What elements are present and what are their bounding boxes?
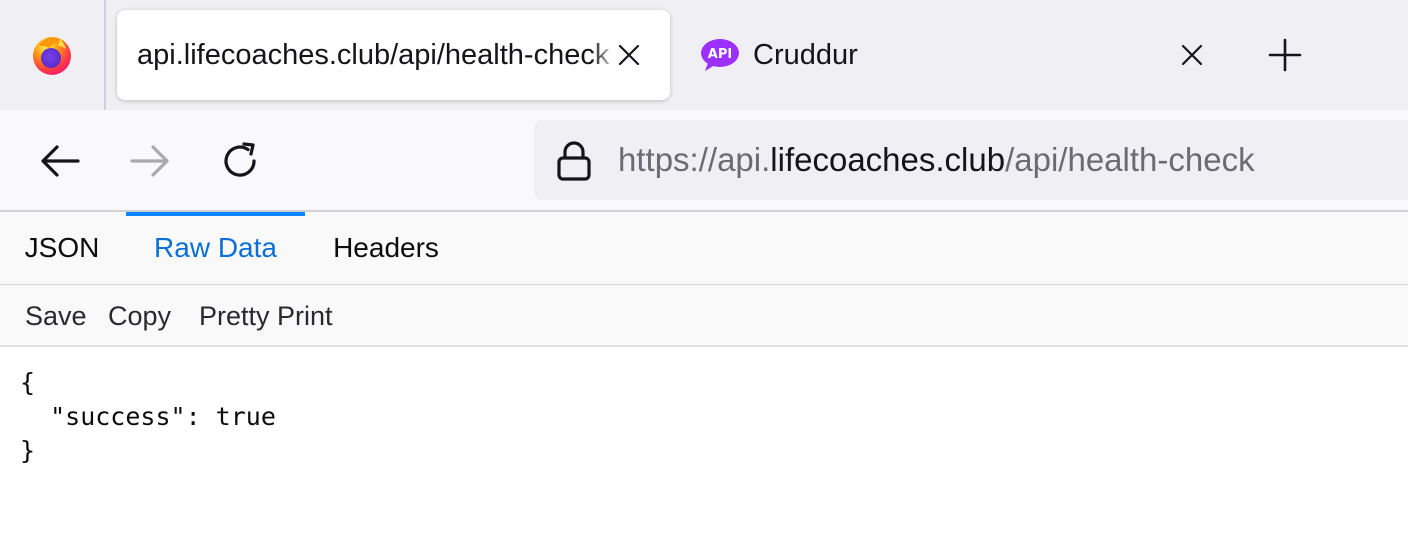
reload-icon[interactable] <box>217 138 263 184</box>
tab-json[interactable]: JSON <box>0 212 124 284</box>
tab-health-check[interactable]: api.lifecoaches.club/api/health-check <box>117 10 670 100</box>
navigation-bar: https://api.lifecoaches.club/api/health-… <box>0 110 1408 212</box>
close-icon[interactable] <box>1172 35 1212 75</box>
svg-text:API: API <box>708 47 732 62</box>
firefox-icon[interactable] <box>0 0 104 110</box>
tab-raw-data[interactable]: Raw Data <box>126 212 305 284</box>
tab-separator <box>104 0 106 110</box>
tab-headers[interactable]: Headers <box>305 212 467 284</box>
url-domain: lifecoaches.club <box>770 141 1006 178</box>
raw-data-content: { "success": true } <box>20 368 276 465</box>
raw-data-toolbar: Save Copy Pretty Print <box>0 285 1408 347</box>
copy-button[interactable]: Copy <box>108 285 171 345</box>
url-bar[interactable]: https://api.lifecoaches.club/api/health-… <box>534 120 1408 200</box>
forward-arrow-icon[interactable] <box>127 138 173 184</box>
url-scheme: https:// <box>618 141 718 178</box>
close-icon[interactable] <box>609 35 649 75</box>
tab-cruddur[interactable]: API Cruddur <box>686 10 1226 100</box>
plus-icon[interactable] <box>1262 32 1308 78</box>
json-viewer-tabs: JSON Raw Data Headers <box>0 212 1408 285</box>
url-subdomain: api. <box>717 141 771 178</box>
tab-strip: api.lifecoaches.club/api/health-check AP… <box>0 0 1408 110</box>
pretty-print-button[interactable]: Pretty Print <box>199 285 333 345</box>
back-arrow-icon[interactable] <box>37 138 83 184</box>
save-button[interactable]: Save <box>25 285 87 345</box>
url-path: /api/health-check <box>1005 141 1255 178</box>
lock-icon[interactable] <box>556 140 592 182</box>
tab-title: Cruddur <box>753 38 858 71</box>
url-text[interactable]: https://api.lifecoaches.club/api/health-… <box>618 120 1255 200</box>
api-chat-bubble-icon: API <box>700 37 740 73</box>
tab-title: api.lifecoaches.club/api/health-check <box>137 38 610 71</box>
